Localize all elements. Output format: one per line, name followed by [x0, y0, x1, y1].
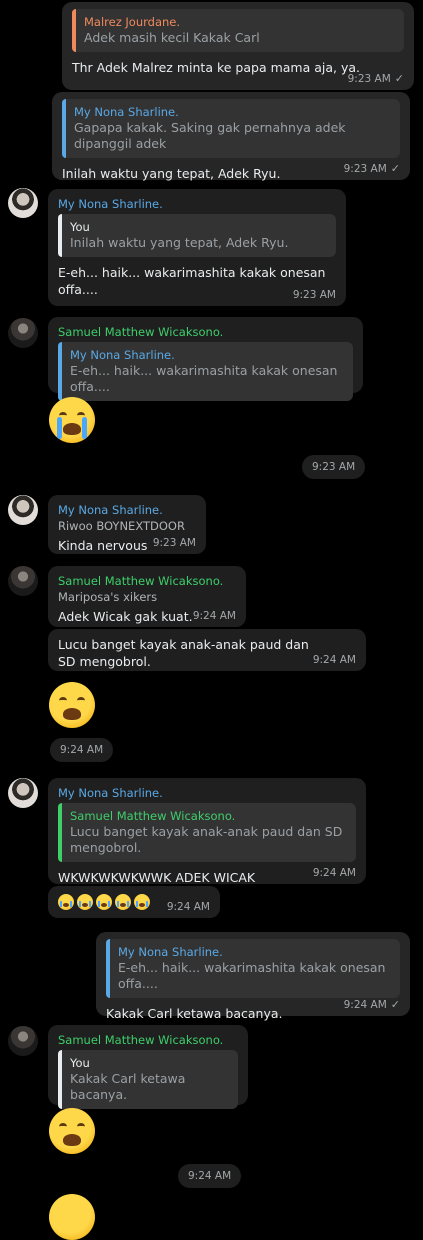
reply-quote[interactable]: My Nona Sharline. E-eh... haik... wakari…: [58, 342, 353, 401]
avatar[interactable]: [8, 566, 38, 596]
weary-face-emoji-icon: [49, 682, 95, 728]
message-bubble-incoming[interactable]: 9:24 AM: [48, 886, 220, 918]
avatar[interactable]: [8, 318, 38, 348]
message-bubble-incoming[interactable]: Lucu banget kayak anak-anak paud dan SD …: [48, 629, 366, 671]
quote-text: Kakak Carl ketawa bacanya.: [70, 1071, 186, 1102]
message-bubble-incoming[interactable]: Samuel Matthew Wicaksono. Mariposa's xik…: [48, 566, 246, 627]
quote-author: You: [70, 220, 90, 234]
message-bubble-incoming[interactable]: My Nona Sharline. Riwoo BOYNEXTDOOR Kind…: [48, 495, 206, 554]
message-text: WKWKWKWKWWK ADEK WICAK: [58, 870, 256, 885]
message-time: 9:23 AM ✓: [347, 72, 404, 85]
sender-name: Samuel Matthew Wicaksono.: [58, 1033, 224, 1047]
sender-name: My Nona Sharline.: [58, 197, 163, 211]
crying-face-emoji-icon: [49, 397, 95, 443]
message-time: 9:24 AM: [166, 901, 210, 913]
message-time: 9:24 AM: [192, 610, 236, 622]
message-time: 9:24 AM: [312, 654, 356, 666]
reply-quote[interactable]: My Nona Sharline. Gapapa kakak. Saking g…: [62, 99, 400, 158]
reply-quote[interactable]: You Kakak Carl ketawa bacanya.: [58, 1050, 238, 1109]
weary-face-emoji-icon: [49, 1108, 95, 1154]
message-time: 9:24 AM: [178, 1164, 242, 1188]
reply-quote[interactable]: Malrez Jourdane. Adek masih kecil Kakak …: [72, 9, 404, 52]
message-bubble-outgoing[interactable]: My Nona Sharline. E-eh... haik... wakari…: [96, 932, 410, 1021]
quote-author: My Nona Sharline.: [74, 105, 179, 119]
message-text: Lucu banget kayak anak-anak paud dan SD …: [58, 637, 309, 669]
quote-author: My Nona Sharline.: [70, 348, 175, 362]
emoji-icon-partial: [49, 1194, 95, 1240]
message-bubble-incoming[interactable]: My Nona Sharline. You Inilah waktu yang …: [48, 189, 346, 306]
quote-text: Gapapa kakak. Saking gak pernahnya adek …: [74, 120, 346, 151]
message-bubble-outgoing[interactable]: Malrez Jourdane. Adek masih kecil Kakak …: [62, 2, 414, 90]
avatar[interactable]: [8, 188, 38, 218]
reply-quote[interactable]: Samuel Matthew Wicaksono. Lucu banget ka…: [58, 803, 356, 862]
avatar[interactable]: [8, 495, 38, 525]
message-bubble-incoming[interactable]: My Nona Sharline. Samuel Matthew Wicakso…: [48, 778, 366, 885]
message-bubble-incoming[interactable]: Samuel Matthew Wicaksono. My Nona Sharli…: [48, 317, 363, 401]
read-tick-icon: ✓: [390, 162, 400, 175]
quote-text: Lucu banget kayak anak-anak paud dan SD …: [70, 824, 343, 855]
sender-subtitle: Riwoo BOYNEXTDOOR: [58, 519, 185, 533]
sender-name: My Nona Sharline.: [58, 503, 163, 517]
avatar[interactable]: [8, 778, 38, 808]
message-time: 9:23 AM: [302, 455, 366, 479]
sender-name: Samuel Matthew Wicaksono.: [58, 325, 224, 339]
read-tick-icon: ✓: [390, 998, 400, 1011]
quote-text: Adek masih kecil Kakak Carl: [84, 30, 260, 45]
message-time: 9:24 AM: [312, 867, 356, 879]
sender-subtitle: Mariposa's xikers: [58, 590, 158, 604]
quote-text: E-eh... haik... wakarimashita kakak ones…: [118, 960, 386, 991]
read-tick-icon: ✓: [394, 72, 404, 85]
quote-author: My Nona Sharline.: [118, 945, 223, 959]
message-time: 9:24 AM ✓: [343, 998, 400, 1011]
sender-name: My Nona Sharline.: [58, 786, 163, 800]
message-time: 9:23 AM: [292, 289, 336, 301]
quote-author: Samuel Matthew Wicaksono.: [70, 809, 236, 823]
reply-quote[interactable]: You Inilah waktu yang tepat, Adek Ryu.: [58, 214, 336, 257]
message-bubble-outgoing[interactable]: My Nona Sharline. Gapapa kakak. Saking g…: [52, 92, 410, 181]
message-time: 9:24 AM: [50, 738, 114, 762]
quote-author: Malrez Jourdane.: [84, 15, 181, 29]
avatar[interactable]: [8, 1026, 38, 1056]
message-time: 9:23 AM ✓: [343, 162, 400, 175]
message-time: 9:23 AM: [152, 537, 196, 549]
quote-text: E-eh... haik... wakarimashita kakak ones…: [70, 363, 338, 394]
quote-author: You: [70, 1056, 90, 1070]
sender-name: Samuel Matthew Wicaksono.: [58, 574, 224, 588]
reply-quote[interactable]: My Nona Sharline. E-eh... haik... wakari…: [106, 939, 400, 998]
message-bubble-incoming[interactable]: Samuel Matthew Wicaksono. You Kakak Carl…: [48, 1025, 248, 1109]
quote-text: Inilah waktu yang tepat, Adek Ryu.: [70, 235, 289, 250]
